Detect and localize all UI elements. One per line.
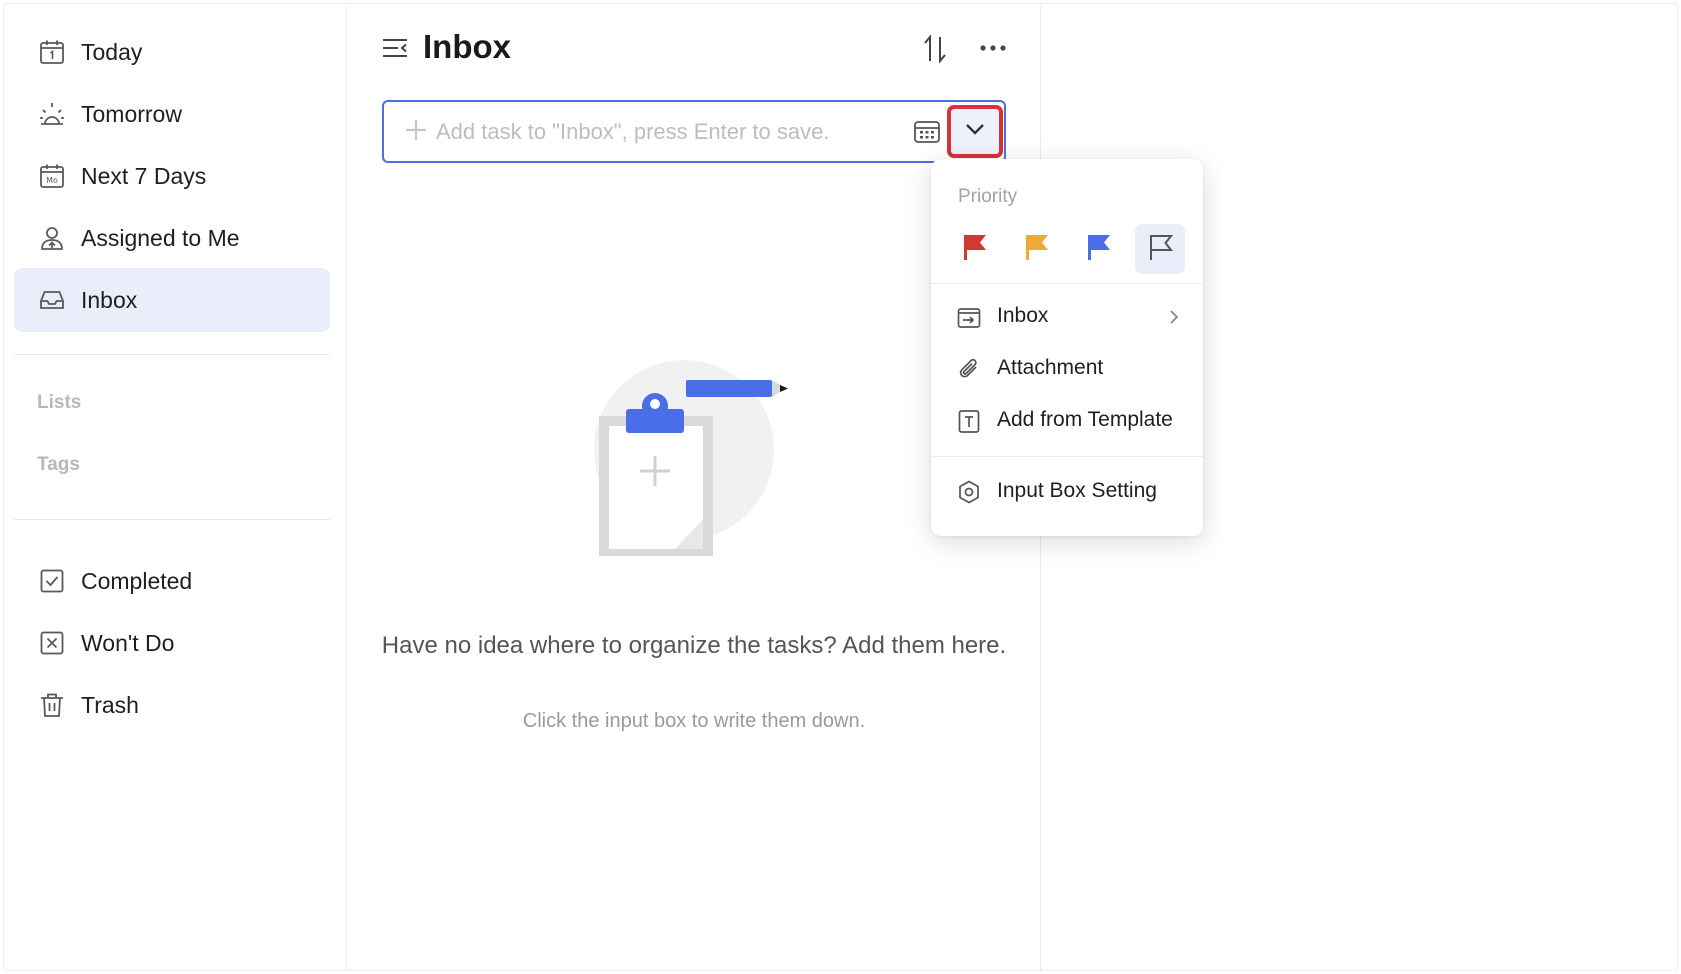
move-to-list-item[interactable]: Inbox bbox=[931, 292, 1203, 342]
more-options-icon[interactable] bbox=[978, 34, 1008, 62]
input-box-setting-item[interactable]: Input Box Setting bbox=[931, 467, 1203, 517]
settings-icon bbox=[956, 479, 982, 505]
sidebar-item-tomorrow[interactable]: Tomorrow bbox=[14, 82, 330, 146]
red-flag-icon bbox=[959, 232, 989, 267]
plus-icon bbox=[404, 118, 428, 142]
chevron-right-icon bbox=[1167, 307, 1181, 327]
popup-item-label: Add from Template bbox=[997, 408, 1173, 431]
sidebar-divider bbox=[14, 354, 330, 355]
sidebar-item-label: Trash bbox=[81, 691, 139, 718]
template-icon bbox=[956, 408, 982, 434]
sort-icon[interactable] bbox=[922, 34, 948, 64]
calendar-week-icon: Mo bbox=[38, 162, 66, 190]
sidebar-item-label: Today bbox=[81, 38, 143, 65]
app-window: Today Tomorrow Mo Next 7 Days Assigned t… bbox=[3, 3, 1678, 971]
priority-none-flag[interactable] bbox=[1135, 224, 1185, 274]
sidebar-item-trash[interactable]: Trash bbox=[14, 673, 330, 737]
sidebar-item-label: Inbox bbox=[81, 286, 138, 313]
sidebar-item-inbox[interactable]: Inbox bbox=[14, 268, 330, 332]
orange-flag-icon bbox=[1021, 232, 1051, 267]
checkbox-icon bbox=[38, 567, 66, 595]
add-task-input[interactable] bbox=[436, 114, 876, 150]
x-box-icon bbox=[38, 629, 66, 657]
priority-label: Priority bbox=[958, 186, 1018, 207]
empty-state-title: Have no idea where to organize the tasks… bbox=[381, 632, 1007, 659]
popup-divider bbox=[931, 283, 1203, 284]
trash-icon bbox=[38, 691, 66, 719]
sidebar-item-today[interactable]: Today bbox=[14, 20, 330, 84]
priority-high-flag[interactable] bbox=[949, 224, 999, 274]
sunrise-icon bbox=[38, 100, 66, 128]
sidebar-item-label: Tomorrow bbox=[81, 100, 182, 127]
inbox-move-icon bbox=[956, 304, 982, 330]
paperclip-icon bbox=[956, 356, 982, 382]
sidebar-section-lists[interactable]: Lists bbox=[37, 392, 81, 414]
popup-item-label: Input Box Setting bbox=[997, 479, 1157, 502]
svg-text:Mo: Mo bbox=[46, 176, 58, 185]
popup-divider bbox=[931, 456, 1203, 457]
sidebar-item-label: Next 7 Days bbox=[81, 162, 207, 189]
user-assigned-icon bbox=[38, 224, 66, 252]
sidebar-item-label: Assigned to Me bbox=[81, 224, 240, 251]
popup-item-label: Inbox bbox=[997, 304, 1049, 327]
empty-state-illustration bbox=[588, 354, 808, 564]
page-title: Inbox bbox=[423, 28, 511, 65]
calendar-today-icon bbox=[38, 38, 66, 66]
inbox-icon bbox=[38, 286, 66, 314]
priority-medium-flag[interactable] bbox=[1011, 224, 1061, 274]
empty-state-subtitle: Click the input box to write them down. bbox=[522, 710, 866, 732]
sidebar-item-label: Won't Do bbox=[81, 629, 175, 656]
priority-low-flag[interactable] bbox=[1073, 224, 1123, 274]
chevron-down-icon bbox=[964, 122, 986, 141]
add-from-template-item[interactable]: Add from Template bbox=[931, 396, 1203, 446]
sidebar-item-next-7-days[interactable]: Mo Next 7 Days bbox=[14, 144, 330, 208]
sidebar-section-tags[interactable]: Tags bbox=[37, 454, 80, 476]
sidebar-item-wont-do[interactable]: Won't Do bbox=[14, 611, 330, 675]
attachment-item[interactable]: Attachment bbox=[931, 344, 1203, 394]
sidebar-item-completed[interactable]: Completed bbox=[14, 549, 330, 613]
blue-flag-icon bbox=[1083, 232, 1113, 267]
task-options-popup: Priority Inbox Attachment Add from Templ… bbox=[931, 159, 1203, 536]
sidebar: Today Tomorrow Mo Next 7 Days Assigned t… bbox=[4, 4, 347, 970]
collapse-menu-icon[interactable] bbox=[381, 34, 409, 62]
sidebar-item-label: Completed bbox=[81, 567, 193, 594]
sidebar-divider bbox=[14, 519, 330, 520]
outline-flag-icon bbox=[1145, 232, 1175, 267]
popup-item-label: Attachment bbox=[997, 356, 1104, 379]
sidebar-item-assigned-to-me[interactable]: Assigned to Me bbox=[14, 206, 330, 270]
more-options-dropdown-button[interactable] bbox=[947, 105, 1003, 158]
add-task-box[interactable] bbox=[382, 100, 1006, 163]
date-picker-icon[interactable] bbox=[912, 118, 942, 146]
